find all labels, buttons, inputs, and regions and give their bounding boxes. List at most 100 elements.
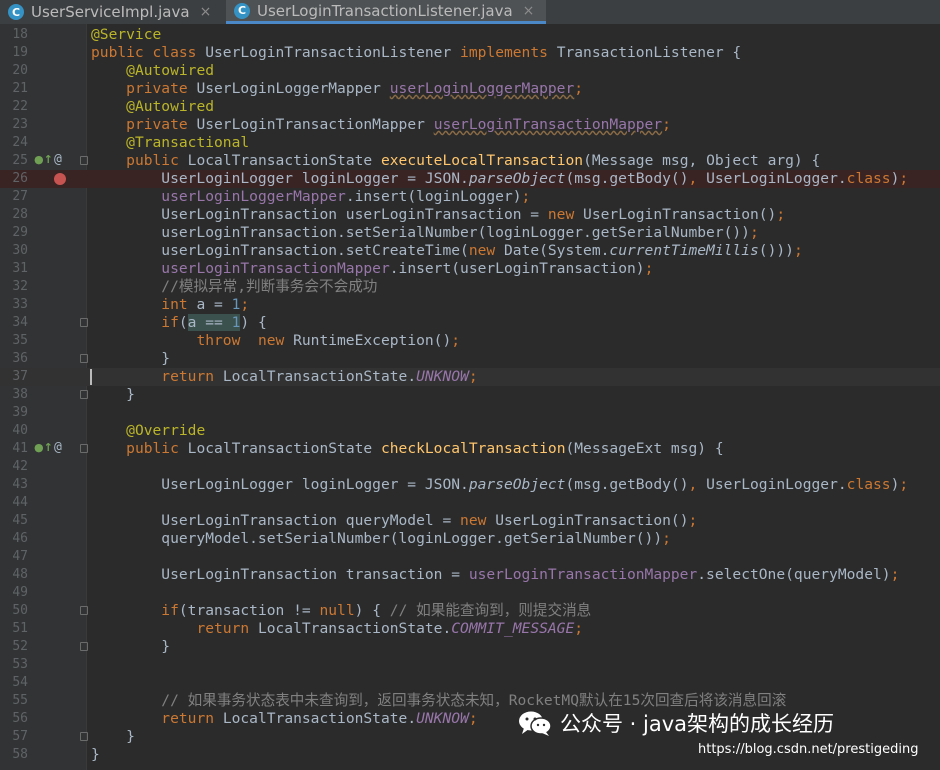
line-number: 31 [12,261,28,276]
code-line[interactable]: 32 //模拟异常,判断事务会不会成功 [0,278,940,296]
code-token: UserLoginTransaction transaction = [91,566,469,583]
line-number: 38 [12,387,28,402]
tab-user-login-transaction-listener[interactable]: C UserLoginTransactionListener.java × [226,0,546,24]
code-line[interactable]: 30 userLoginTransaction.setCreateTime(ne… [0,242,940,260]
code-line[interactable]: 40 @Override [0,422,940,440]
fold-marker-icon[interactable] [80,390,88,399]
line-number: 19 [12,45,28,60]
line-number: 39 [12,405,28,420]
code-line[interactable]: 28 UserLoginTransaction userLoginTransac… [0,206,940,224]
fold-marker-icon[interactable] [80,318,88,327]
breakpoint-icon[interactable] [54,173,66,185]
code-line[interactable]: 42 [0,458,940,476]
code-line[interactable]: 22 @Autowired [0,98,940,116]
code-line[interactable]: 27 userLoginLoggerMapper.insert(loginLog… [0,188,940,206]
code-line[interactable]: 18 @Service [0,26,940,44]
line-number: 37 [12,369,28,384]
watermark-text: 公众号 · java架构的成长经历 [560,712,835,736]
code-token: ( [178,314,188,331]
code-line[interactable]: 47 [0,548,940,566]
line-number: 32 [12,279,28,294]
implements-icon[interactable]: ●↑ [34,153,53,166]
code-text: private UserLoginLoggerMapper userLoginL… [91,80,583,98]
code-line[interactable]: 38 } [0,386,940,404]
code-token: UserLoginTransaction userLoginTransactio… [91,206,548,223]
code-line[interactable]: 26 UserLoginLogger loginLogger = JSON.pa… [0,170,940,188]
code-token: @Service [91,26,162,43]
code-line[interactable]: 24 @Transactional [0,134,940,152]
code-token: UNKNOW [416,368,469,385]
code-line[interactable]: 48 UserLoginTransaction transaction = us… [0,566,940,584]
code-text: return LocalTransactionState.UNKNOW; [91,368,477,386]
code-line[interactable]: 52 } [0,638,940,656]
fold-marker-icon[interactable] [80,606,88,615]
code-token: RuntimeException() [293,332,452,349]
code-line[interactable]: 53 [0,656,940,674]
code-line[interactable]: 21 private UserLoginLoggerMapper userLog… [0,80,940,98]
line-number: 34 [12,315,28,330]
code-text: userLoginTransaction.setSerialNumber(log… [91,224,758,242]
code-token: @Autowired [126,62,215,79]
code-token: public [126,440,188,457]
code-line[interactable]: 54 [0,674,940,692]
line-number: 51 [12,621,28,636]
code-text: UserLoginLogger loginLogger = JSON.parse… [91,170,908,188]
code-token: new [460,512,496,529]
code-line[interactable]: 37 return LocalTransactionState.UNKNOW; [0,368,940,386]
code-line[interactable]: 41 ●↑ @ public LocalTransactionState check… [0,440,940,458]
fold-marker-icon[interactable] [80,444,88,453]
close-icon[interactable]: × [523,3,535,19]
code-token: ; [662,530,671,547]
fold-marker-icon[interactable] [80,642,88,651]
line-number: 20 [12,63,28,78]
line-number: 57 [12,729,28,744]
code-text: @Autowired [91,98,214,116]
code-text: userLoginTransactionMapper.insert(userLo… [91,260,653,278]
code-line[interactable]: 20 @Autowired [0,62,940,80]
code-line[interactable]: 51 return LocalTransactionState.COMMIT_M… [0,620,940,638]
tab-user-service-impl[interactable]: C UserServiceImpl.java × [0,0,222,24]
code-editor[interactable]: 18 @Service 19 public class UserLoginTransa… [0,24,940,770]
code-line[interactable]: 29 userLoginTransaction.setSerialNumber(… [0,224,940,242]
code-token: public [126,152,188,169]
code-token: return [196,620,258,637]
watermark: 公众号 · java架构的成长经历 [518,708,834,738]
code-line[interactable]: 50 if(transaction != null) { // 如果能查询到，则… [0,602,940,620]
code-token: checkLocalTransaction [380,440,566,457]
implements-icon[interactable]: ●↑ [34,441,53,454]
code-line[interactable]: 43 UserLoginLogger loginLogger = JSON.pa… [0,476,940,494]
fold-marker-icon[interactable] [80,732,88,741]
code-line[interactable]: 23 private UserLoginTransactionMapper us… [0,116,940,134]
code-text: return LocalTransactionState.UNKNOW; [91,710,477,728]
line-number: 23 [12,117,28,132]
code-line[interactable]: 34 if(a == 1) { [0,314,940,332]
code-token: userLoginTransactionMapper [433,116,663,133]
code-token: } [91,728,135,745]
fold-marker-icon[interactable] [80,354,88,363]
code-line[interactable]: 39 [0,404,940,422]
code-text: UserLoginTransaction userLoginTransactio… [91,206,785,224]
code-line[interactable]: 46 queryModel.setSerialNumber(loginLogge… [0,530,940,548]
code-token: (MessageExt msg) { [565,440,724,457]
code-line[interactable]: 44 [0,494,940,512]
code-token: ())) [758,242,794,259]
code-line[interactable]: 33 int a = 1; [0,296,940,314]
annotation-icon[interactable]: @ [54,440,62,455]
fold-marker-icon[interactable] [80,156,88,165]
code-line[interactable]: 45 UserLoginTransaction queryModel = new… [0,512,940,530]
code-line[interactable]: 31 userLoginTransactionMapper.insert(use… [0,260,940,278]
code-line[interactable]: 25 ●↑ @ public LocalTransactionState execu… [0,152,940,170]
code-line[interactable]: 36 } [0,350,940,368]
line-number: 56 [12,711,28,726]
close-icon[interactable]: × [200,4,212,20]
code-line[interactable]: 49 [0,584,940,602]
line-number: 53 [12,657,28,672]
code-line[interactable]: 35 throw new RuntimeException(); [0,332,940,350]
code-line[interactable]: 19 public class UserLoginTransactionListe… [0,44,940,62]
annotation-icon[interactable]: @ [54,152,62,167]
